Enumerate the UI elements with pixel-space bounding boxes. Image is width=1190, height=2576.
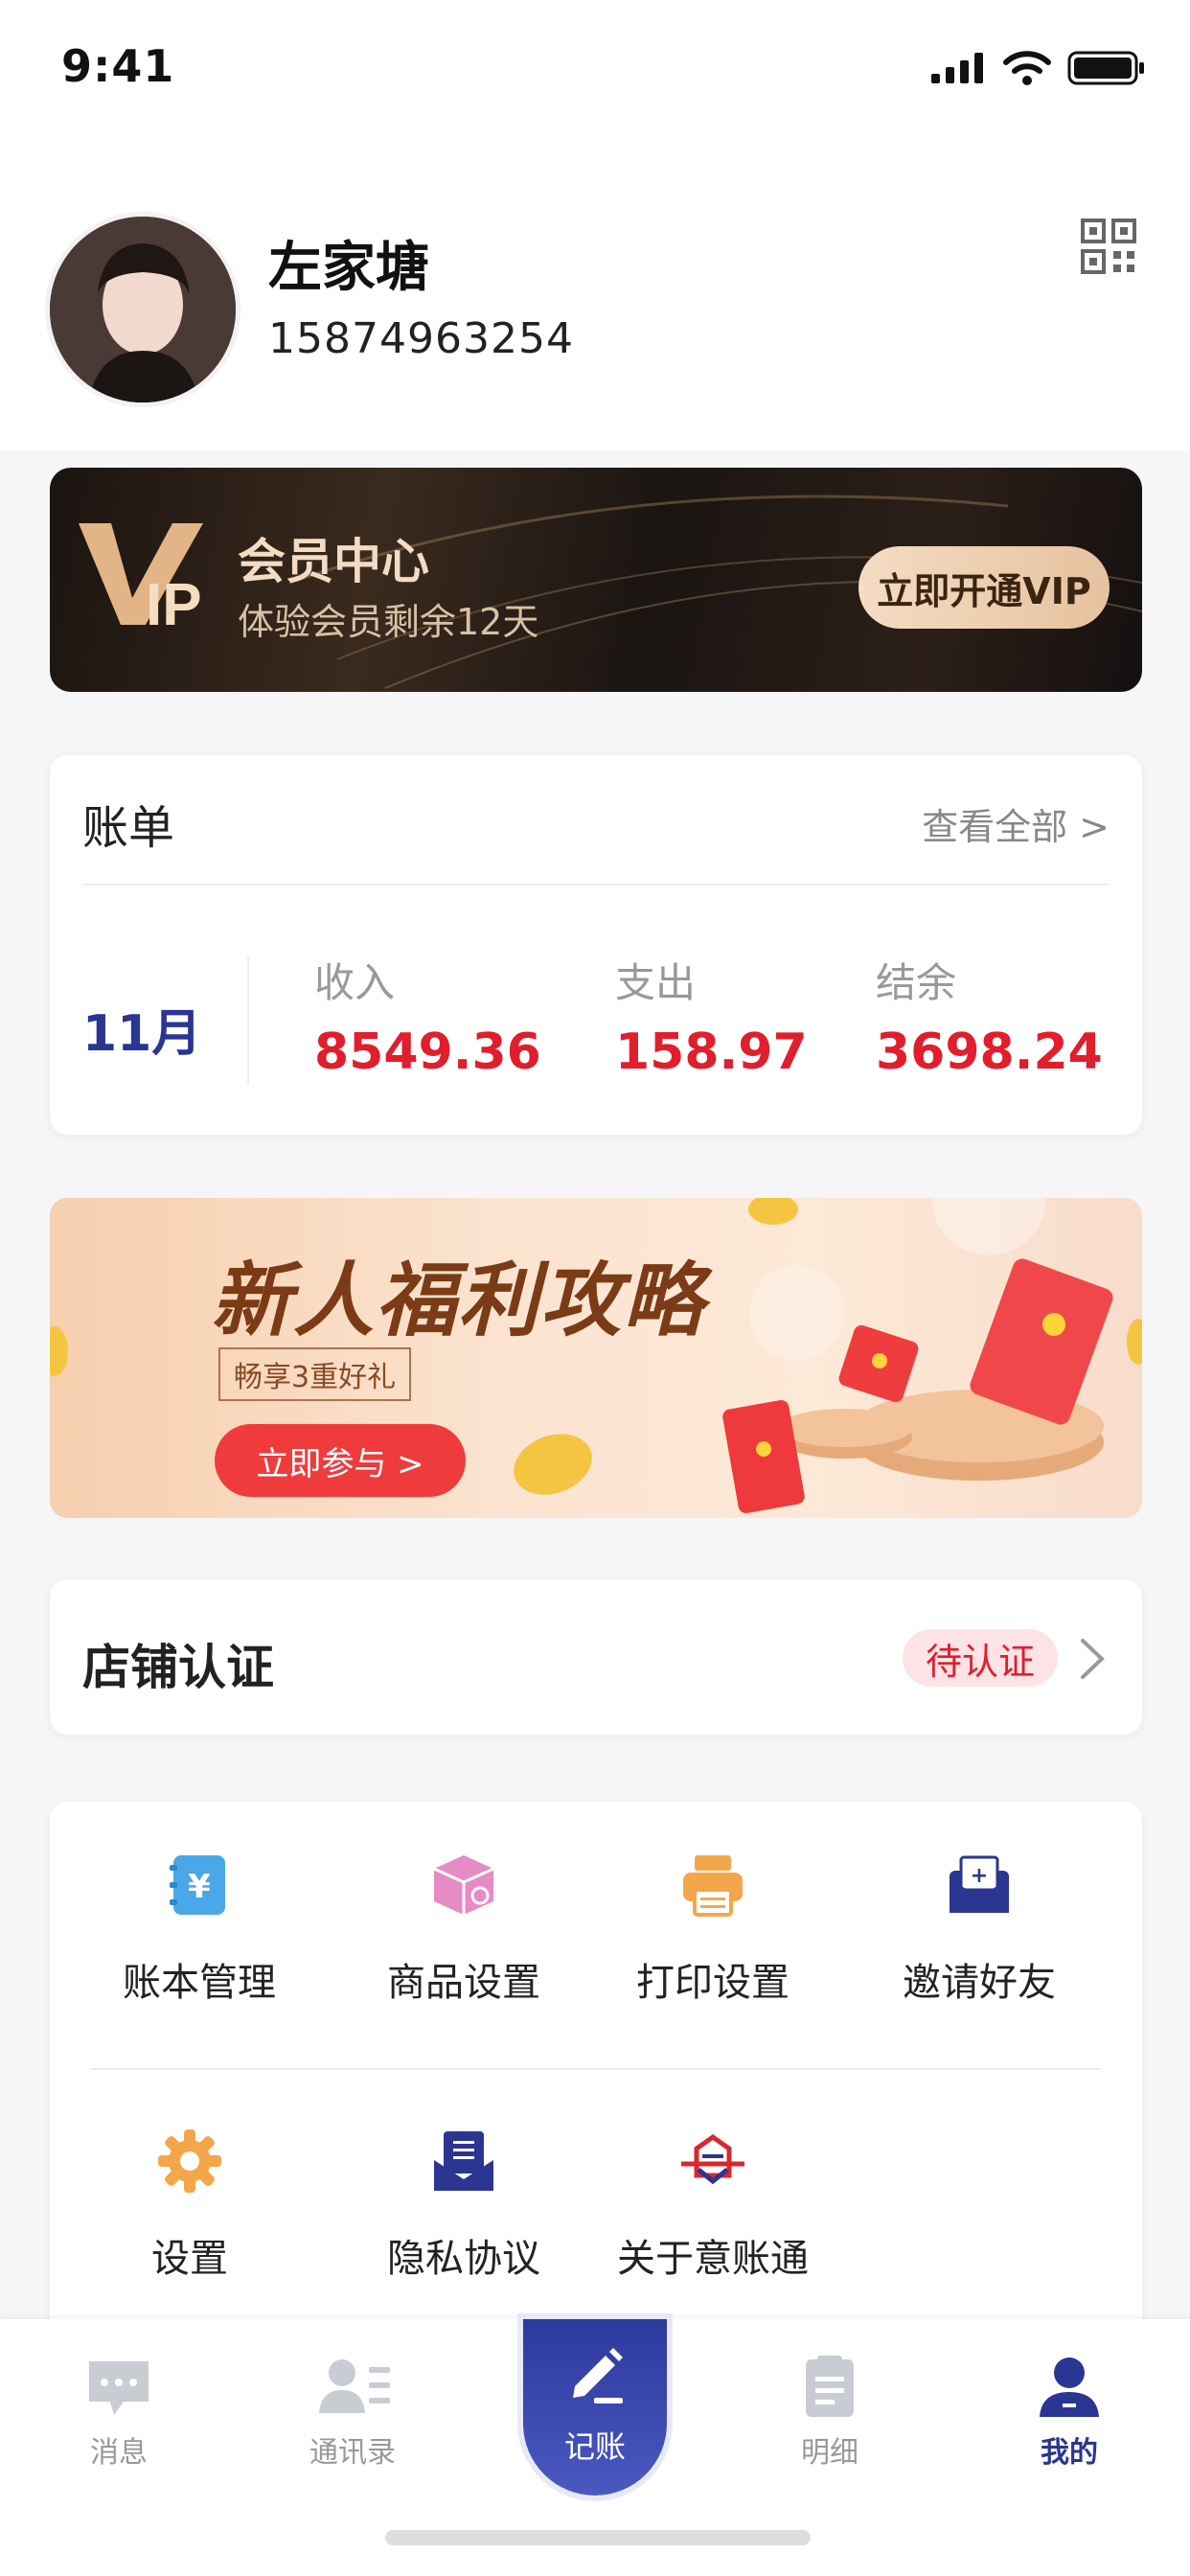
battery-icon xyxy=(1067,51,1144,85)
menu-item-label: 打印设置 xyxy=(636,1961,790,2005)
pen-icon xyxy=(561,2342,629,2413)
divider xyxy=(247,956,249,1085)
bill-title: 账单 xyxy=(82,801,175,855)
privacy-icon xyxy=(430,2128,497,2195)
contacts-icon xyxy=(319,2354,390,2421)
expense-label: 支出 xyxy=(615,959,697,1006)
status-icons xyxy=(929,50,1146,86)
user-icon xyxy=(1036,2354,1103,2421)
qr-code-icon[interactable] xyxy=(1081,218,1136,274)
bookkeeping-label: 记账 xyxy=(563,2428,626,2465)
message-icon xyxy=(85,2354,152,2421)
menu-item-settings[interactable]: 设置 xyxy=(65,2128,314,2283)
avatar-image xyxy=(50,217,236,402)
tab-messages[interactable]: 消息 xyxy=(42,2354,195,2471)
vip-card[interactable]: IP 会员中心 体验会员剩余12天 立即开通VIP xyxy=(50,468,1142,692)
bill-month: 11月 xyxy=(82,1005,202,1063)
bookkeeping-button[interactable]: 记账 xyxy=(523,2319,667,2496)
vip-logo-icon: IP xyxy=(79,518,222,638)
promo-title: 新人福利攻略 xyxy=(211,1254,706,1347)
menu-item-label: 账本管理 xyxy=(123,1961,276,2005)
bill-card: 账单 查看全部 > 11月 收入 8549.36 支出 158.97 结余 36… xyxy=(50,755,1142,1135)
balance-value: 3698.24 xyxy=(876,1024,1103,1081)
chevron-right-icon xyxy=(1075,1635,1108,1683)
promo-tag: 畅享3重好礼 xyxy=(218,1347,412,1401)
income-value: 8549.36 xyxy=(314,1024,541,1081)
printer-icon xyxy=(679,1852,746,1919)
avatar[interactable] xyxy=(50,217,236,402)
invite-icon: + xyxy=(946,1852,1013,1919)
menu-item-label: 隐私协议 xyxy=(387,2237,540,2281)
expense-value: 158.97 xyxy=(615,1024,808,1081)
menu-item-ledger[interactable]: ¥ 账本管理 xyxy=(75,1852,324,2007)
divider xyxy=(82,884,1110,886)
menu-item-invite-friends[interactable]: + 邀请好友 xyxy=(855,1852,1104,2007)
promo-banner[interactable]: 新人福利攻略 畅享3重好礼 立即参与 > xyxy=(50,1198,1142,1518)
detail-icon xyxy=(796,2354,863,2421)
tab-label: 明细 xyxy=(801,2436,858,2470)
tab-contacts[interactable]: 通讯录 xyxy=(276,2354,429,2471)
divider xyxy=(90,2068,1102,2070)
tab-details[interactable]: 明细 xyxy=(753,2354,906,2471)
svg-text:¥: ¥ xyxy=(188,1868,211,1906)
tab-label: 我的 xyxy=(1041,2436,1098,2470)
svg-text:IP: IP xyxy=(146,572,202,632)
svg-text:+: + xyxy=(971,1864,988,1888)
menu-item-label: 邀请好友 xyxy=(903,1961,1056,2005)
balance-label: 结余 xyxy=(876,959,957,1006)
home-indicator xyxy=(385,2530,811,2545)
box-icon xyxy=(430,1852,497,1919)
join-now-button[interactable]: 立即参与 > xyxy=(215,1424,466,1497)
menu-item-about[interactable]: 关于意账通 xyxy=(588,2128,837,2283)
menu-grid: ¥ 账本管理 商品设置 打印设置 + 邀请好友 设置 隐私协议 关于意账通 xyxy=(50,1802,1142,2338)
vip-subtitle: 体验会员剩余12天 xyxy=(238,601,539,643)
menu-item-label: 关于意账通 xyxy=(617,2237,809,2281)
store-certification-title: 店铺认证 xyxy=(82,1640,274,1695)
menu-item-label: 设置 xyxy=(151,2237,228,2281)
menu-item-print-settings[interactable]: 打印设置 xyxy=(588,1852,837,2007)
signal-icon xyxy=(931,53,983,83)
view-all-link[interactable]: 查看全部 > xyxy=(922,797,1110,850)
user-name: 左家塘 xyxy=(268,237,429,299)
menu-item-privacy-policy[interactable]: 隐私协议 xyxy=(339,2128,588,2283)
tab-mine[interactable]: 我的 xyxy=(993,2354,1146,2471)
user-phone: 15874963254 xyxy=(268,314,574,363)
menu-item-label: 商品设置 xyxy=(387,1961,540,2005)
menu-item-product-settings[interactable]: 商品设置 xyxy=(339,1852,588,2007)
store-certification-row[interactable]: 店铺认证 待认证 xyxy=(50,1579,1142,1735)
gear-icon xyxy=(156,2128,223,2195)
income-label: 收入 xyxy=(314,959,396,1006)
status-time: 9:41 xyxy=(61,40,175,92)
about-icon xyxy=(679,2128,746,2195)
tab-label: 消息 xyxy=(90,2436,148,2470)
open-vip-button[interactable]: 立即开通VIP xyxy=(858,546,1110,629)
tab-label: 通讯录 xyxy=(309,2436,396,2470)
wifi-icon xyxy=(1003,51,1051,85)
vip-title: 会员中心 xyxy=(238,534,429,589)
ledger-icon: ¥ xyxy=(166,1852,233,1919)
status-badge: 待认证 xyxy=(903,1629,1058,1687)
